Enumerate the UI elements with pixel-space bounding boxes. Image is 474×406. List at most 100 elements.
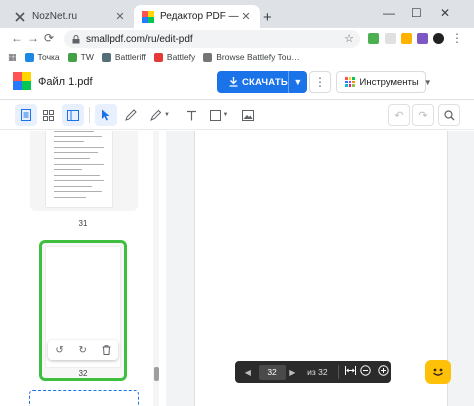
fit-width-icon[interactable] bbox=[343, 366, 358, 378]
sidebar-icon bbox=[67, 109, 79, 121]
page-actions-bar: ↺ ↻ bbox=[48, 340, 118, 360]
tools-grid-icon bbox=[345, 77, 355, 87]
select-tool-button[interactable] bbox=[95, 104, 117, 126]
smiley-chat-icon bbox=[433, 368, 443, 376]
tools-label: Инструменты bbox=[359, 76, 419, 88]
text-line bbox=[54, 152, 98, 153]
previous-page-icon[interactable]: ◀ bbox=[241, 368, 255, 377]
bookmark-item[interactable]: Browse Battlefy Tou… bbox=[203, 52, 300, 62]
address-bar-row: ← → ⟳ smallpdf.com/ru/edit-pdf ☆ ⋮ bbox=[0, 28, 474, 50]
redo-button[interactable]: ↷ bbox=[412, 104, 434, 126]
page-thumbnail-31[interactable] bbox=[46, 131, 112, 207]
search-button[interactable] bbox=[438, 104, 460, 126]
page-number-32: 32 bbox=[78, 369, 88, 378]
next-page-icon[interactable]: ▶ bbox=[286, 368, 300, 377]
back-arrow-icon[interactable]: ← bbox=[11, 31, 23, 45]
zoom-in-icon[interactable] bbox=[376, 365, 391, 379]
browser-tab-noznet[interactable]: NozNet.ru ✕ bbox=[6, 5, 134, 28]
url-field[interactable]: smallpdf.com/ru/edit-pdf ☆ bbox=[64, 30, 360, 48]
bookmark-item[interactable]: TW bbox=[67, 52, 94, 62]
text-line bbox=[54, 180, 104, 181]
download-icon bbox=[229, 77, 238, 87]
bookmark-favicon-icon bbox=[203, 52, 213, 62]
grid-view-icon bbox=[42, 109, 54, 121]
trash-icon[interactable] bbox=[102, 345, 111, 355]
bookmark-label: Точка bbox=[37, 52, 60, 62]
close-window-button[interactable]: ✕ bbox=[440, 6, 450, 20]
highlighter-tool-button[interactable]: ▼ bbox=[146, 104, 174, 126]
pen-tool-button[interactable] bbox=[120, 104, 142, 126]
page-number-input[interactable]: 32 bbox=[258, 364, 286, 380]
download-options-chevron-down-icon[interactable]: ▼ bbox=[287, 71, 307, 93]
download-button[interactable]: СКАЧАТЬ ▼ bbox=[217, 71, 307, 93]
text-line bbox=[54, 131, 94, 132]
undo-icon: ↶ bbox=[394, 109, 404, 122]
new-tab-button[interactable]: + bbox=[263, 9, 272, 26]
chevron-down-icon: ▼ bbox=[423, 77, 432, 87]
bookmark-favicon-icon bbox=[67, 52, 77, 62]
image-tool-button[interactable] bbox=[237, 104, 259, 126]
chat-support-button[interactable] bbox=[425, 360, 451, 384]
add-page-dropzone[interactable] bbox=[29, 390, 139, 406]
sidebar-toggle-button[interactable] bbox=[62, 104, 84, 126]
tools-menu-button[interactable]: Инструменты ▼ bbox=[336, 71, 432, 93]
more-options-button[interactable]: ⋮ bbox=[309, 71, 331, 93]
text-line bbox=[54, 141, 84, 142]
forward-arrow-icon[interactable]: → bbox=[27, 31, 39, 45]
sidebar-scrollbar-thumb[interactable] bbox=[154, 367, 159, 381]
shape-tool-button[interactable]: ▼ bbox=[205, 104, 233, 126]
highlighter-icon bbox=[150, 109, 162, 121]
browser-menu-icon[interactable]: ⋮ bbox=[451, 31, 463, 45]
text-line bbox=[54, 186, 92, 187]
editor-toolbar: ▼ ▼ ↶ ↷ bbox=[0, 100, 474, 130]
image-icon bbox=[242, 109, 254, 121]
reload-icon[interactable]: ⟳ bbox=[44, 31, 54, 45]
bookmark-star-icon[interactable]: ☆ bbox=[344, 32, 354, 45]
bookmark-label: Battlefy bbox=[166, 52, 196, 62]
text-line bbox=[54, 136, 102, 137]
zoom-out-icon[interactable] bbox=[358, 365, 373, 379]
undo-button[interactable]: ↶ bbox=[388, 104, 410, 126]
page-number-31: 31 bbox=[78, 219, 88, 228]
smallpdf-logo-icon[interactable] bbox=[13, 72, 31, 90]
chevron-down-icon: ▼ bbox=[164, 112, 170, 118]
bookmark-favicon-icon bbox=[153, 52, 163, 62]
extension-icon[interactable] bbox=[368, 33, 379, 44]
page-view-icon bbox=[21, 109, 31, 121]
page-navigator: ◀ 32 ▶ из 32 bbox=[235, 361, 391, 383]
total-pages-label: из 32 bbox=[307, 367, 328, 377]
grid-view-button[interactable] bbox=[37, 104, 59, 126]
extension-icon[interactable] bbox=[417, 33, 428, 44]
file-name[interactable]: Файл 1.pdf bbox=[38, 76, 93, 88]
tab-title: NozNet.ru bbox=[32, 11, 78, 22]
profile-avatar-icon[interactable] bbox=[433, 33, 444, 44]
rotate-right-icon[interactable]: ↻ bbox=[78, 345, 86, 356]
text-line bbox=[54, 197, 86, 198]
sidebar-scrollbar[interactable] bbox=[153, 131, 159, 406]
maximize-window-button[interactable]: ☐ bbox=[411, 6, 422, 20]
bookmark-item[interactable]: Battleriff bbox=[101, 52, 146, 62]
bookmark-item[interactable]: Точка bbox=[24, 52, 60, 62]
extension-icon[interactable] bbox=[385, 33, 396, 44]
text-line bbox=[54, 169, 82, 170]
rotate-left-icon[interactable]: ↺ bbox=[55, 345, 63, 356]
bookmark-label: Battleriff bbox=[114, 52, 146, 62]
bookmark-item[interactable]: Battlefy bbox=[153, 52, 196, 62]
close-tab-icon[interactable]: ✕ bbox=[240, 10, 252, 23]
toolbar-divider bbox=[89, 107, 90, 123]
close-tab-icon[interactable]: ✕ bbox=[114, 10, 126, 23]
bookmark-favicon-icon bbox=[101, 52, 111, 62]
extension-icon[interactable] bbox=[401, 33, 412, 44]
single-page-view-button[interactable] bbox=[15, 104, 37, 126]
lock-icon bbox=[72, 34, 80, 43]
app-header: Файл 1.pdf СКАЧАТЬ ▼ ⋮ Инструменты ▼ bbox=[0, 64, 474, 100]
text-tool-button[interactable] bbox=[180, 104, 202, 126]
bookmark-favicon-icon bbox=[24, 52, 34, 62]
square-icon bbox=[209, 109, 221, 121]
minimize-window-button[interactable]: — bbox=[383, 6, 395, 20]
download-label: СКАЧАТЬ bbox=[242, 76, 288, 88]
text-line bbox=[54, 164, 104, 165]
browser-tab-smallpdf[interactable]: Редактор PDF — бесплатный PDF ✕ bbox=[134, 5, 260, 28]
search-icon bbox=[443, 109, 454, 120]
apps-grid-icon[interactable]: ▦ bbox=[8, 52, 17, 63]
